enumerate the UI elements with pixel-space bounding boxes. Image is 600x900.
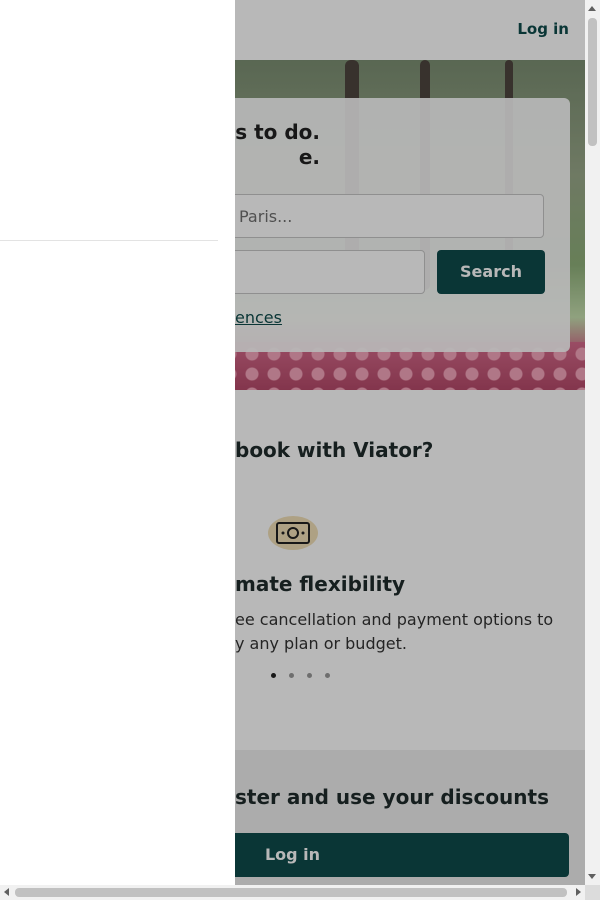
scroll-down-icon[interactable] <box>588 874 596 879</box>
side-drawer <box>0 0 235 885</box>
scroll-right-icon[interactable] <box>576 888 581 896</box>
horizontal-scroll-thumb[interactable] <box>15 888 567 897</box>
vertical-scroll-thumb[interactable] <box>588 18 597 146</box>
horizontal-scrollbar[interactable] <box>0 885 585 900</box>
scroll-up-icon[interactable] <box>588 6 596 11</box>
scroll-left-icon[interactable] <box>4 888 9 896</box>
page: Log in gs to do. e. Paris... Search ence… <box>0 0 585 885</box>
scrollbar-corner <box>585 885 600 900</box>
drawer-divider <box>0 240 218 241</box>
vertical-scrollbar[interactable] <box>585 0 600 885</box>
